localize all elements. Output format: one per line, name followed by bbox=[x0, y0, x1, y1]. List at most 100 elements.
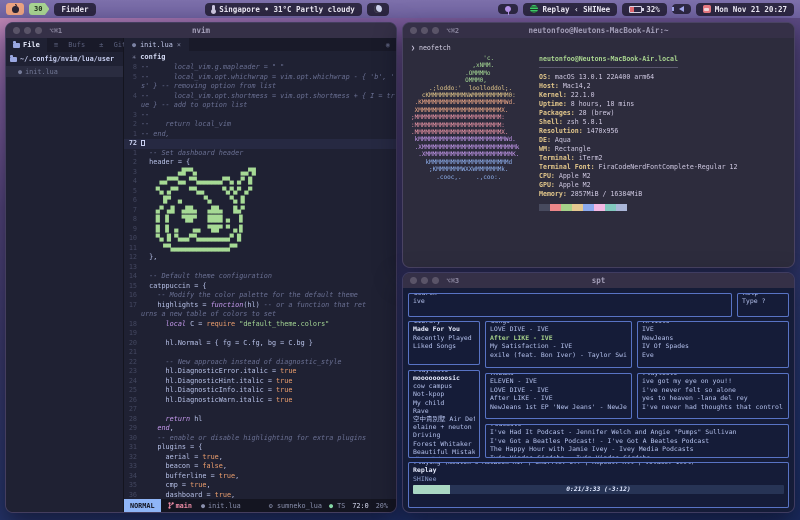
list-item[interactable]: Recently Played bbox=[413, 334, 475, 343]
list-item[interactable]: i've never felt so alone bbox=[642, 386, 784, 395]
finder-label: Finder bbox=[61, 5, 88, 14]
close-button[interactable] bbox=[410, 277, 417, 284]
sidebar-tab-file[interactable]: File bbox=[6, 38, 47, 52]
treesitter-status: ● TS bbox=[329, 502, 345, 510]
neotree-sidebar: File ≡ Bufs ± Git ~/.config/nvim/lua/use… bbox=[6, 38, 124, 512]
list-item[interactable]: LOVE DIVE - IVE bbox=[490, 386, 627, 395]
pin-widget[interactable] bbox=[498, 4, 518, 14]
code-line: 28 return hl bbox=[124, 415, 396, 425]
spaces-badge[interactable]: 30 bbox=[29, 3, 49, 15]
list-item[interactable]: Eve bbox=[642, 351, 784, 360]
list-item[interactable]: After LIKE - IVE bbox=[490, 334, 627, 343]
battery-widget[interactable]: 32% bbox=[622, 3, 667, 16]
songs-panel: Songs LOVE DIVE - IVEAfter LIKE - IVEMy … bbox=[485, 321, 632, 368]
clock-widget[interactable]: Mon Nov 21 20:27 bbox=[696, 3, 794, 16]
zoom-button[interactable] bbox=[432, 277, 439, 284]
code-line: 5-- local_vim.opt.whichwrap = vim.opt.wh… bbox=[124, 73, 396, 83]
list-item[interactable]: Beautiful Mistakes bbox=[413, 448, 475, 456]
list-item[interactable]: Rave bbox=[413, 407, 475, 415]
panel-title: Playing (Neuton's MacBook Air | Shuffle:… bbox=[412, 462, 697, 467]
window-controls bbox=[13, 27, 42, 34]
apple-ascii-logo: 'c. ,xNMM. .OMMMMo OMMM0, .;loddo:' lool… bbox=[411, 55, 533, 211]
search-input[interactable]: ive bbox=[413, 297, 727, 306]
buffer-tab[interactable]: ● init.lua × bbox=[124, 38, 189, 51]
lsp-server: ⚙ sumneko_lua bbox=[269, 502, 322, 510]
focus-widget[interactable] bbox=[367, 3, 389, 16]
list-item[interactable]: LOVE DIVE - IVE bbox=[490, 325, 627, 334]
tab-close-icon[interactable]: × bbox=[177, 41, 181, 49]
mode-indicator: NORMAL bbox=[124, 499, 161, 512]
panel-title: Playlists bbox=[412, 370, 450, 375]
zoom-button[interactable] bbox=[432, 27, 439, 34]
neofetch-info-line: CPU: Apple M2 bbox=[539, 172, 738, 181]
list-item[interactable]: My child bbox=[413, 399, 475, 407]
list-item[interactable]: Iván Vindas Córdoba - Iván Vindas Córdob… bbox=[490, 454, 784, 458]
spt-titlebar[interactable]: ⌥⌘3 spt bbox=[403, 273, 794, 288]
git-branch: main bbox=[168, 502, 192, 510]
sidebar-tab-bufs[interactable]: ≡ Bufs bbox=[47, 38, 92, 52]
nvim-titlebar[interactable]: ⌥⌘1 nvim bbox=[6, 23, 396, 38]
moon-icon bbox=[374, 5, 382, 13]
prompt-char: ❯ bbox=[411, 44, 415, 52]
list-item[interactable]: Forest Whitaker Ra bbox=[413, 440, 475, 448]
minimize-button[interactable] bbox=[24, 27, 31, 34]
panel-title: Search bbox=[412, 293, 439, 298]
speaker-icon bbox=[679, 6, 684, 12]
list-item[interactable]: ive got my eye on you!! bbox=[642, 377, 784, 386]
list-item[interactable]: moooooooosic bbox=[413, 374, 475, 382]
minimize-button[interactable] bbox=[421, 277, 428, 284]
code-line: 1-- end, bbox=[124, 130, 396, 140]
terminal-titlebar[interactable]: ⌥⌘2 neutonfoo@Neutons-MacBook-Air:~ bbox=[403, 23, 794, 38]
file-tree-item[interactable]: ● init.lua bbox=[6, 66, 123, 77]
list-item[interactable]: Made For You bbox=[413, 325, 475, 334]
code-line: 11 ▀▀▄▄▄▄▄▄▄▄▄▄▄▄▄▄▄▄▀▀ bbox=[124, 244, 396, 254]
list-item[interactable]: Not-kpop bbox=[413, 390, 475, 398]
now-playing-widget[interactable]: Replay ‹ SHINee bbox=[523, 3, 617, 16]
playlists-panel: Playlists moooooooosiccow campusNot-kpop… bbox=[408, 370, 480, 458]
zoom-button[interactable] bbox=[35, 27, 42, 34]
list-item[interactable]: Liked Songs bbox=[413, 342, 475, 351]
window-shortcut-label: ⌥⌘1 bbox=[50, 27, 63, 35]
list-item[interactable]: IV Of Spades bbox=[642, 342, 784, 351]
apple-menu[interactable] bbox=[6, 3, 24, 15]
list-item[interactable]: IVE bbox=[642, 325, 784, 334]
code-line: 2-- return local_vim bbox=[124, 120, 396, 130]
list-item[interactable]: ELEVEN - IVE bbox=[490, 377, 627, 386]
list-item[interactable]: elaine + neuton bbox=[413, 423, 475, 431]
window-controls bbox=[410, 27, 439, 34]
winbar-breadcrumb: ✳ config bbox=[124, 51, 396, 62]
list-item[interactable]: 내 쓰레기 bbox=[413, 456, 475, 458]
list-item[interactable]: exile (feat. Bon Iver) - Taylor Swift, bbox=[490, 351, 627, 360]
found-playlists-panel: Playlists ive got my eye on you!!i've ne… bbox=[637, 373, 789, 419]
search-panel[interactable]: Search ive bbox=[408, 293, 732, 317]
close-button[interactable] bbox=[410, 27, 417, 34]
code-line: 16 -- Modify the color palette for the d… bbox=[124, 291, 396, 301]
list-item[interactable]: cow campus bbox=[413, 382, 475, 390]
project-root[interactable]: ~/.config/nvim/lua/user bbox=[6, 52, 123, 65]
code-editor[interactable]: 8-- local_vim.g.mapleader = " "5-- local… bbox=[124, 62, 396, 499]
close-button[interactable] bbox=[13, 27, 20, 34]
code-line: 27 bbox=[124, 405, 396, 415]
terminal-content[interactable]: ❯ neofetch 'c. ,xNMM. .OMMMMo OMMM0, .;l… bbox=[403, 38, 794, 267]
list-item[interactable]: I've Had It Podcast - Jennifer Welch and… bbox=[490, 428, 784, 437]
list-item[interactable]: NewJeans 1st EP 'New Jeans' - NewJeans bbox=[490, 403, 627, 412]
code-line: 31 plugins = { bbox=[124, 443, 396, 453]
list-item[interactable]: Driving bbox=[413, 431, 475, 439]
list-item[interactable]: I've never had thoughts that control me bbox=[642, 403, 784, 412]
code-line: urns a new table of colors to set bbox=[124, 310, 396, 320]
list-item[interactable]: The Happy Hour with Jamie Ivey - Ivey Me… bbox=[490, 445, 784, 454]
list-item[interactable]: NewJeans bbox=[642, 334, 784, 343]
progress-bar[interactable]: 0:21/3:33 (-3:12) bbox=[413, 485, 784, 494]
code-line: 4-- local_vim.opt.shortmess = vim.opt.sh… bbox=[124, 92, 396, 102]
list-item[interactable]: I've Got a Beatles Podcast! - I've Got A… bbox=[490, 437, 784, 446]
list-item[interactable]: My Satisfaction - IVE bbox=[490, 342, 627, 351]
panel-title: Songs bbox=[489, 321, 512, 326]
list-item[interactable]: 空中貴別墅 Air Def bbox=[413, 415, 475, 423]
finder-menu[interactable]: Finder bbox=[54, 3, 95, 16]
list-item[interactable]: After LIKE - IVE bbox=[490, 394, 627, 403]
minimize-button[interactable] bbox=[421, 27, 428, 34]
code-line: 33 beacon = false, bbox=[124, 462, 396, 472]
weather-widget[interactable]: Singapore • 31°C Partly cloudy bbox=[205, 3, 361, 16]
volume-widget[interactable] bbox=[672, 4, 691, 14]
list-item[interactable]: yes to heaven -lana del rey bbox=[642, 394, 784, 403]
